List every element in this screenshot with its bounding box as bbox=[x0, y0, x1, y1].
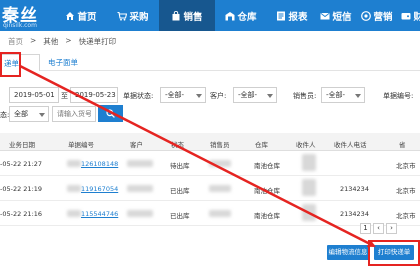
annotation-arrow bbox=[19, 64, 376, 248]
